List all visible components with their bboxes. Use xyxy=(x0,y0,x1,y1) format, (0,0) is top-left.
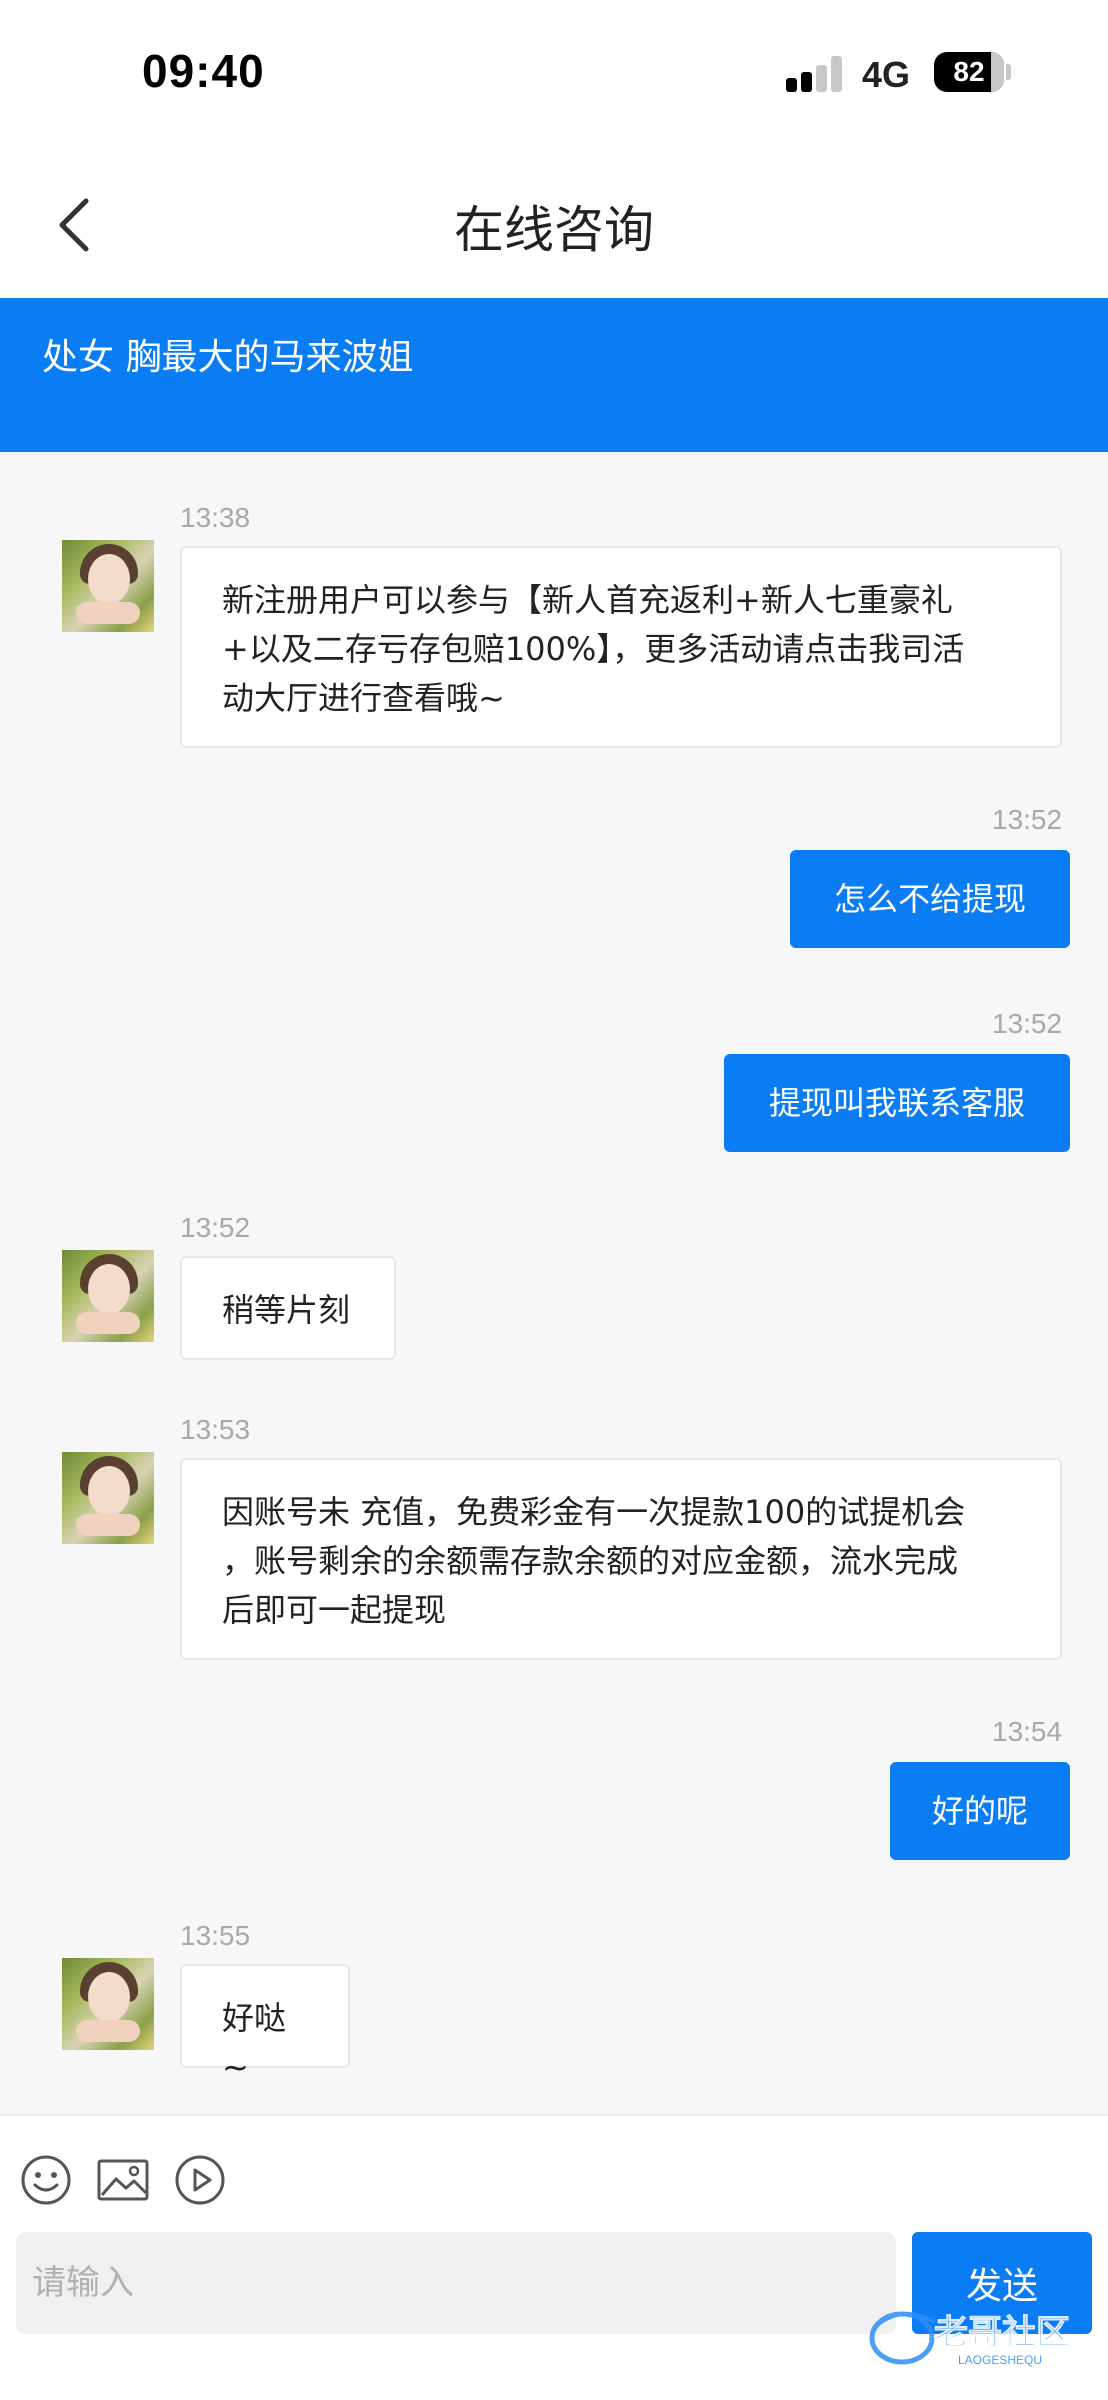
chat-area[interactable]: 13:38 新注册用户可以参与【新人首充返利+新人七重豪礼 +以及二存亏存包赔1… xyxy=(0,452,1108,2114)
announcement-banner: 处女 胸最大的马来波姐 xyxy=(0,298,1108,452)
svg-text:老哥社区: 老哥社区 xyxy=(934,2313,1070,2353)
message-time: 13:38 xyxy=(180,502,251,533)
emoji-button[interactable] xyxy=(20,2154,72,2206)
message-line: 新注册用户可以参与【新人首充返利+新人七重豪礼 xyxy=(222,581,953,619)
message-line: 动大厅进行查看哦~ xyxy=(222,679,505,717)
message-time: 13:52 xyxy=(180,1212,251,1243)
agent-avatar xyxy=(62,1452,154,1544)
svg-text:LAOGESHEQU: LAOGESHEQU xyxy=(958,2353,1042,2367)
video-button[interactable] xyxy=(174,2154,226,2206)
message-line: ，账号剩余的余额需存款余额的对应金额，流水完成 xyxy=(222,1542,959,1580)
watermark-logo: 老哥社区 LAOGESHEQU xyxy=(868,2300,1100,2370)
battery-icon: 82 xyxy=(934,52,1004,92)
battery-percent: 82 xyxy=(953,56,985,87)
emoji-icon xyxy=(21,2155,71,2205)
agent-avatar xyxy=(62,1958,154,2050)
message-line: 因账号未 充值，免费彩金有一次提款100的试提机会 xyxy=(222,1493,966,1531)
agent-avatar xyxy=(62,1250,154,1342)
message-bubble[interactable]: 新注册用户可以参与【新人首充返利+新人七重豪礼 +以及二存亏存包赔100%】，更… xyxy=(180,546,1062,748)
message-line: 好哒~ xyxy=(222,1999,287,2086)
message-line: 稍等片刻 xyxy=(222,1291,351,1329)
message-time: 13:55 xyxy=(180,1920,251,1951)
agent-avatar xyxy=(62,540,154,632)
message-line: 后即可一起提现 xyxy=(222,1591,447,1629)
image-icon xyxy=(97,2159,149,2201)
message-bubble[interactable]: 好的呢 xyxy=(890,1762,1070,1860)
status-bar: 09:40 4G 82 xyxy=(0,0,1108,150)
status-time: 09:40 xyxy=(142,45,265,97)
message-bubble[interactable]: 稍等片刻 xyxy=(180,1256,396,1360)
play-icon xyxy=(175,2155,225,2205)
message-bubble[interactable]: 怎么不给提现 xyxy=(790,850,1070,948)
image-button[interactable] xyxy=(96,2154,154,2206)
network-type: 4G xyxy=(862,54,911,95)
message-bubble[interactable]: 好哒~ xyxy=(180,1964,350,2086)
message-time: 13:52 xyxy=(992,1008,1063,1039)
battery-tip xyxy=(1006,64,1011,80)
message-time: 13:52 xyxy=(992,804,1063,835)
page-title: 在线咨询 xyxy=(454,201,654,259)
banner-text: 处女 胸最大的马来波姐 xyxy=(42,337,414,378)
message-bubble[interactable]: 提现叫我联系客服 xyxy=(724,1054,1070,1152)
message-input[interactable] xyxy=(16,2232,896,2334)
message-bubble[interactable]: 因账号未 充值，免费彩金有一次提款100的试提机会 ，账号剩余的余额需存款余额的… xyxy=(180,1458,1062,1660)
message-time: 13:53 xyxy=(180,1414,251,1445)
message-time: 13:54 xyxy=(992,1716,1063,1747)
signal-icon xyxy=(786,56,846,92)
nav-bar: 在线咨询 xyxy=(0,150,1108,298)
message-line: +以及二存亏存包赔100%】，更多活动请点击我司活 xyxy=(222,630,965,668)
